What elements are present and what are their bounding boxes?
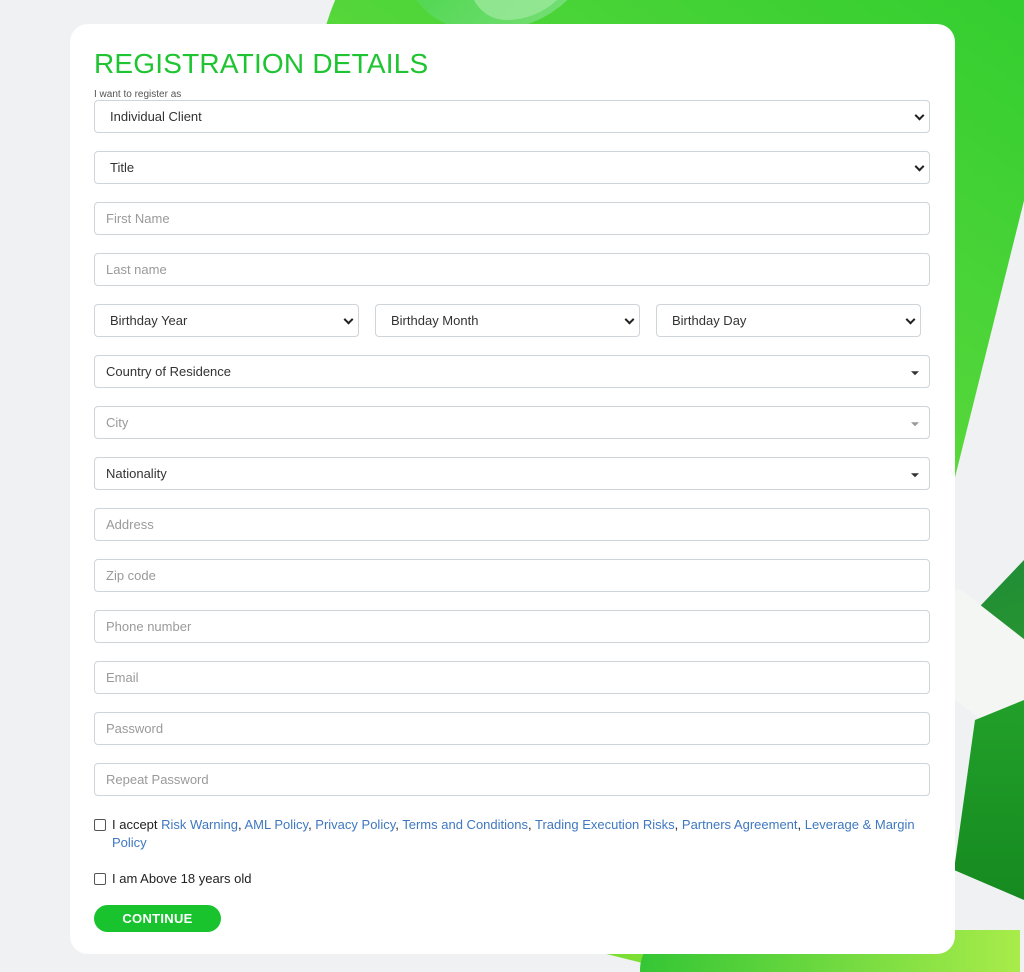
- country-value: Country of Residence: [106, 364, 232, 379]
- registration-card: REGISTRATION DETAILS I want to register …: [70, 24, 955, 954]
- age-consent-row: I am Above 18 years old: [94, 870, 934, 888]
- risk-warning-link[interactable]: Risk Warning: [161, 817, 238, 832]
- register-as-value: Individual Client: [110, 109, 202, 124]
- chevron-down-icon: [905, 314, 916, 325]
- last-name-input[interactable]: Last name: [94, 253, 930, 286]
- chevron-down-icon: [914, 110, 925, 121]
- birthday-month-value: Birthday Month: [391, 313, 479, 328]
- aml-policy-link[interactable]: AML Policy: [244, 817, 308, 832]
- page-title: REGISTRATION DETAILS: [94, 48, 429, 79]
- register-as-select[interactable]: Individual Client: [94, 100, 930, 133]
- terms-text: I accept Risk Warning, AML Policy, Priva…: [112, 816, 934, 852]
- caret-down-icon: [911, 421, 919, 426]
- age-checkbox[interactable]: [94, 873, 106, 885]
- address-input[interactable]: Address: [94, 508, 930, 541]
- email-placeholder: Email: [106, 670, 139, 685]
- age-label: I am Above 18 years old: [112, 871, 252, 886]
- birthday-row: Birthday Year Birthday Month Birthday Da…: [94, 304, 930, 337]
- nationality-value: Nationality: [106, 466, 167, 481]
- background-dark-shape-lower: [954, 700, 1024, 900]
- phone-placeholder: Phone number: [106, 619, 192, 634]
- terms-prefix: I accept: [112, 817, 162, 832]
- caret-down-icon: [911, 472, 919, 477]
- birthday-month-select[interactable]: Birthday Month: [375, 304, 640, 337]
- birthday-day-select[interactable]: Birthday Day: [656, 304, 921, 337]
- separator: ,: [797, 817, 805, 832]
- chevron-down-icon: [914, 161, 925, 172]
- title-select-value: Title: [110, 160, 135, 175]
- terms-conditions-link[interactable]: Terms and Conditions: [402, 817, 528, 832]
- repeat-password-placeholder: Repeat Password: [106, 772, 209, 787]
- birthday-year-value: Birthday Year: [110, 313, 188, 328]
- chevron-down-icon: [624, 314, 635, 325]
- city-value: City: [106, 415, 129, 430]
- privacy-policy-link[interactable]: Privacy Policy: [315, 817, 395, 832]
- repeat-password-input[interactable]: Repeat Password: [94, 763, 930, 796]
- password-input[interactable]: Password: [94, 712, 930, 745]
- partners-agreement-link[interactable]: Partners Agreement: [682, 817, 798, 832]
- chevron-down-icon: [343, 314, 354, 325]
- terms-consent-row: I accept Risk Warning, AML Policy, Priva…: [94, 816, 934, 852]
- address-placeholder: Address: [106, 517, 154, 532]
- first-name-placeholder: First Name: [106, 211, 170, 226]
- phone-input[interactable]: Phone number: [94, 610, 930, 643]
- last-name-placeholder: Last name: [106, 262, 167, 277]
- separator: ,: [674, 817, 682, 832]
- password-placeholder: Password: [106, 721, 164, 736]
- trading-execution-risks-link[interactable]: Trading Execution Risks: [535, 817, 675, 832]
- birthday-year-select[interactable]: Birthday Year: [94, 304, 359, 337]
- caret-down-icon: [911, 370, 919, 375]
- register-as-label: I want to register as: [94, 89, 182, 100]
- terms-checkbox[interactable]: [94, 819, 106, 831]
- email-input[interactable]: Email: [94, 661, 930, 694]
- city-select[interactable]: City: [94, 406, 930, 439]
- zip-code-input[interactable]: Zip code: [94, 559, 930, 592]
- country-select[interactable]: Country of Residence: [94, 355, 930, 388]
- birthday-day-value: Birthday Day: [672, 313, 747, 328]
- zip-code-placeholder: Zip code: [106, 568, 156, 583]
- continue-button[interactable]: CONTINUE: [94, 905, 221, 932]
- separator: ,: [527, 817, 535, 832]
- first-name-input[interactable]: First Name: [94, 202, 930, 235]
- title-select[interactable]: Title: [94, 151, 930, 184]
- nationality-select[interactable]: Nationality: [94, 457, 930, 490]
